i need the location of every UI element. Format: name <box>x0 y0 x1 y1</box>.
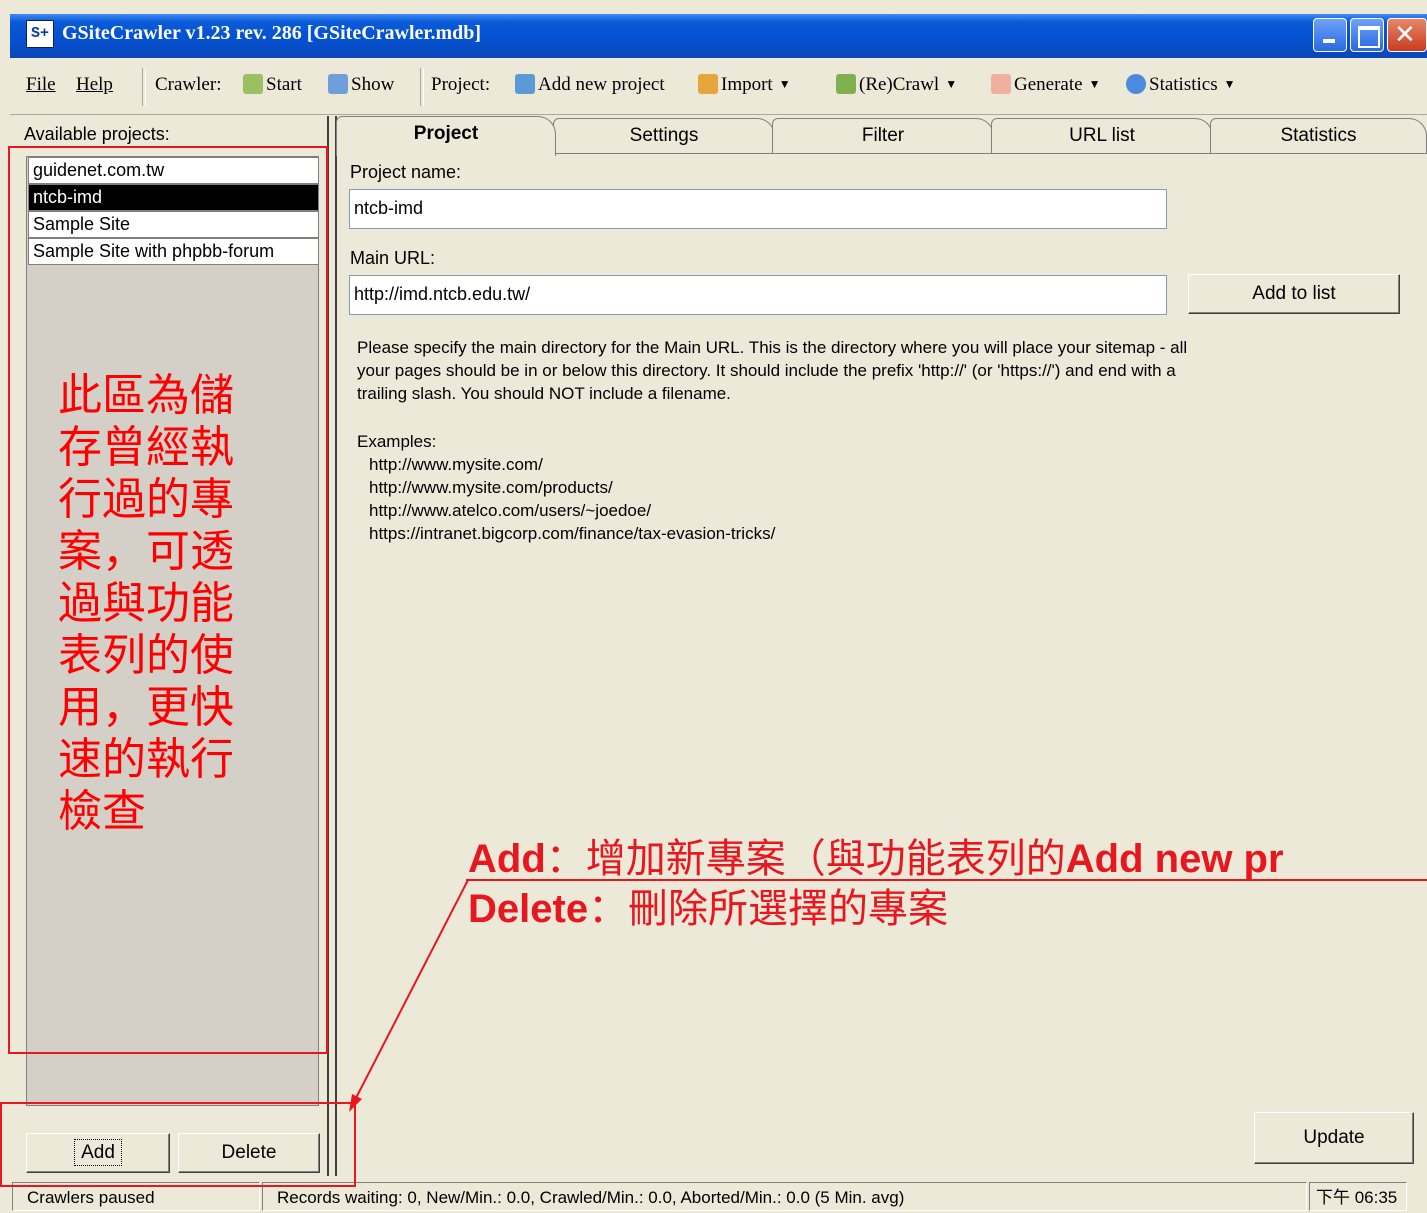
delete-note-line: Delete：刪除所選擇的專案 <box>468 884 1427 934</box>
tab-project[interactable]: Project <box>336 116 556 156</box>
add-note-ref: Add new pr <box>1065 837 1284 881</box>
arrow-head <box>349 1094 362 1112</box>
delete-note-desc: ：刪除所選擇的專案 <box>588 886 949 932</box>
add-note-desc: ：增加新專案（與功能表列的 <box>545 836 1066 882</box>
callout-line <box>355 879 469 1099</box>
annotation-arrow <box>349 879 1427 1112</box>
add-note-line: Add：增加新專案（與功能表列的Add new pr <box>468 834 1427 884</box>
add-note-keyword: Add <box>468 837 546 881</box>
add-delete-note: Add：增加新專案（與功能表列的Add new pr Delete：刪除所選擇的… <box>468 834 1427 934</box>
delete-note-keyword: Delete <box>468 887 589 931</box>
